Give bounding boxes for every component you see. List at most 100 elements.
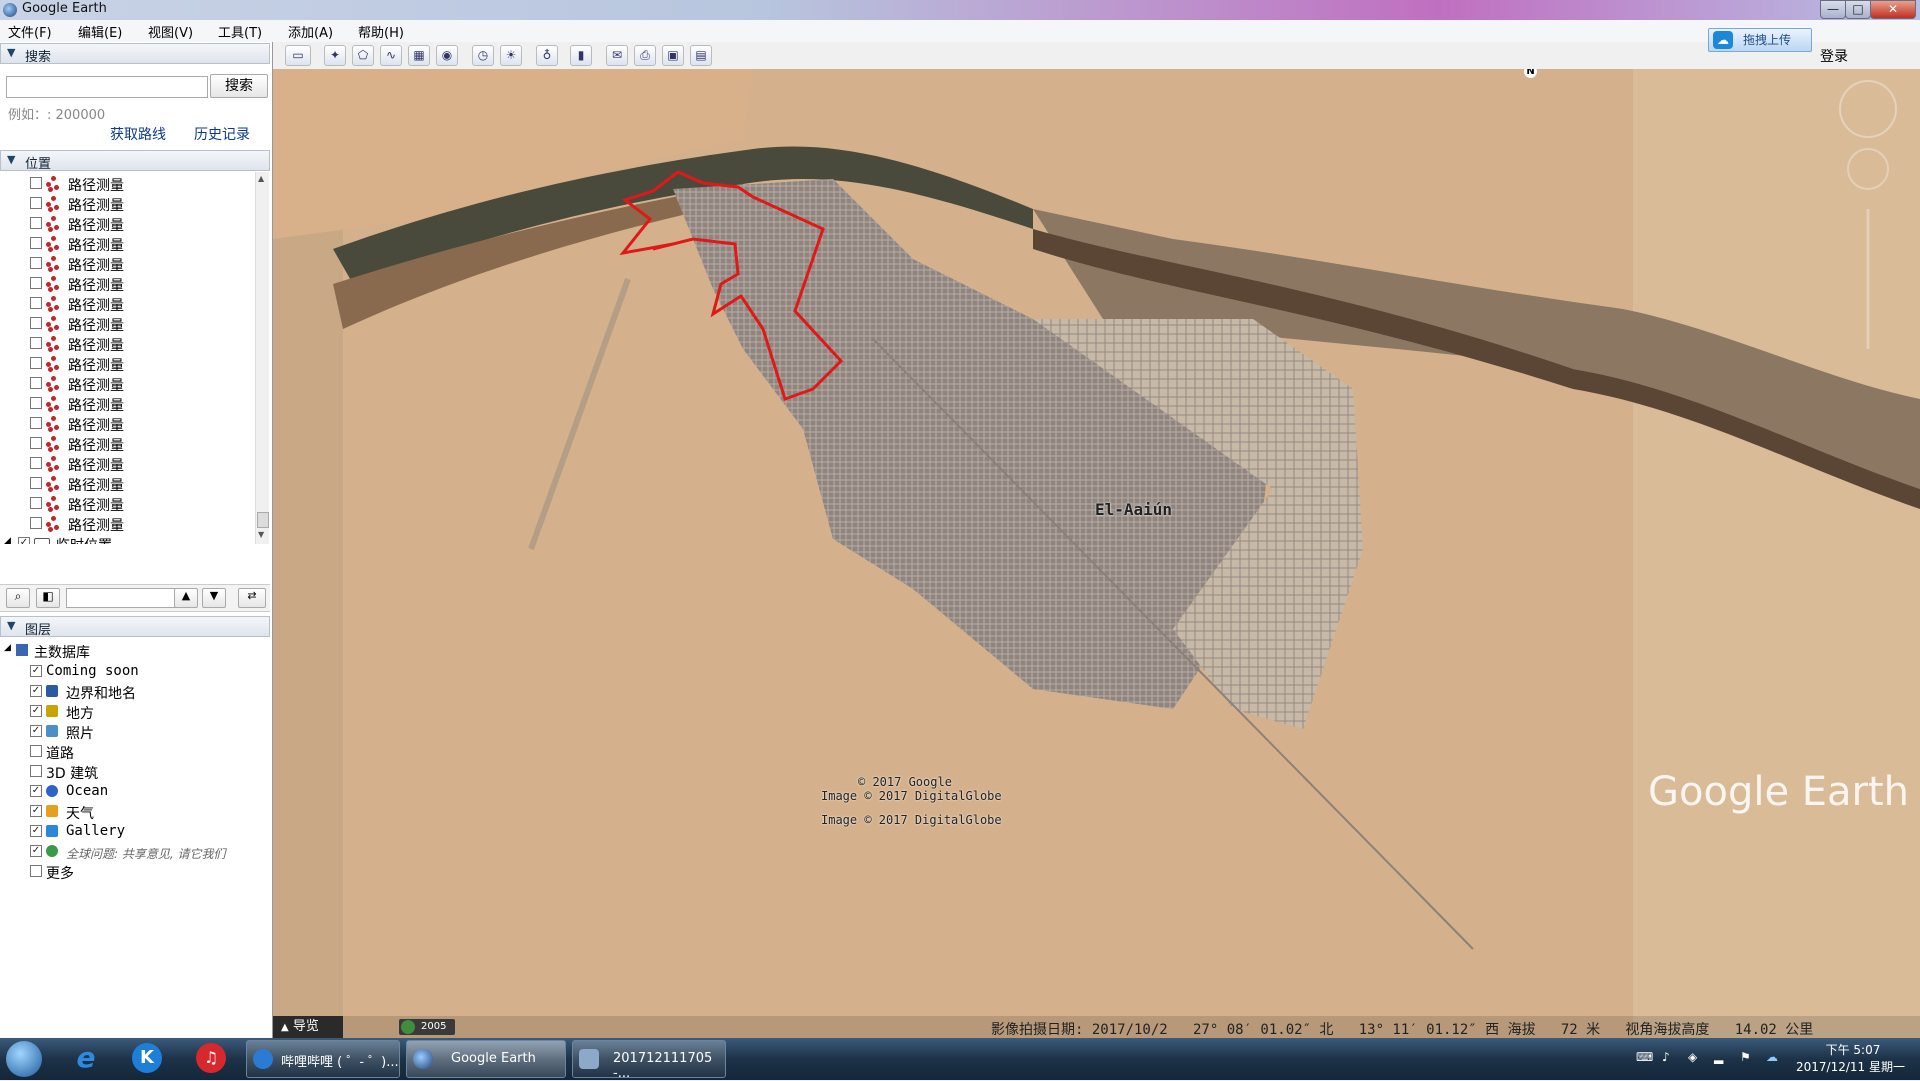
switch-planet-icon[interactable]: ♁ — [536, 45, 558, 66]
login-link[interactable]: 登录 — [1820, 46, 1848, 66]
layer-item[interactable]: ✓ Coming soon — [18, 662, 268, 682]
layer-item[interactable]: 更多 — [18, 862, 268, 882]
layer-item[interactable]: 3D 建筑 — [18, 762, 268, 782]
search-input[interactable] — [6, 76, 208, 98]
email-icon[interactable]: ✉ — [606, 45, 628, 66]
place-item[interactable]: 路径测量 — [28, 254, 250, 274]
get-directions-link[interactable]: 获取路线 — [110, 124, 166, 144]
tour-button[interactable]: ▲ 导览 — [273, 1016, 343, 1038]
place-checkbox[interactable] — [30, 217, 42, 229]
place-checkbox[interactable] — [30, 337, 42, 349]
layer-checkbox[interactable]: ✓ — [30, 705, 42, 717]
print-icon[interactable]: ⎙ — [634, 45, 656, 66]
map-view[interactable]: N El-Aaiún © 2017 Google Image © 2017 Di… — [273, 69, 1920, 1038]
sidebar-toggle-icon[interactable]: ▭ — [285, 45, 311, 66]
place-checkbox[interactable] — [30, 397, 42, 409]
historical-year-badge[interactable]: 2005 — [399, 1019, 455, 1035]
place-checkbox[interactable] — [30, 177, 42, 189]
place-item[interactable]: 路径测量 — [28, 214, 250, 234]
place-item[interactable]: 路径测量 — [28, 494, 250, 514]
layer-item[interactable]: ✓ Ocean — [18, 782, 268, 802]
places-scrollbar[interactable]: ▲ ▼ — [255, 172, 269, 544]
kugou-icon[interactable]: K — [132, 1043, 162, 1073]
place-item[interactable]: 路径测量 — [28, 414, 250, 434]
add-path-icon[interactable]: ∿ — [380, 45, 402, 66]
expand-triangle-icon[interactable]: ◢ — [4, 536, 11, 544]
scroll-up-icon[interactable]: ▲ — [258, 174, 264, 183]
place-checkbox[interactable] — [30, 277, 42, 289]
place-checkbox[interactable] — [30, 517, 42, 529]
layer-item[interactable]: 道路 — [18, 742, 268, 762]
add-placemark-icon[interactable]: ✦ — [324, 45, 346, 66]
place-item[interactable]: 路径测量 — [28, 234, 250, 254]
sunlight-icon[interactable]: ☀ — [500, 45, 522, 66]
scroll-thumb[interactable] — [257, 512, 269, 528]
add-polygon-icon[interactable]: ⬠ — [352, 45, 374, 66]
place-item[interactable]: 路径测量 — [28, 334, 250, 354]
view-in-maps-icon[interactable]: ▤ — [690, 45, 712, 66]
record-tour-icon[interactable]: ◉ — [436, 45, 458, 66]
move-down-icon[interactable]: ▼ — [202, 588, 226, 608]
temp-places-folder[interactable]: ◢ ✓ 临时位置 — [4, 534, 226, 544]
layer-item[interactable]: ✓ 照片 — [18, 722, 268, 742]
minimize-button[interactable]: — — [1820, 0, 1846, 19]
maximize-button[interactable]: □ — [1845, 0, 1871, 19]
places-filter-input[interactable] — [66, 588, 176, 608]
place-checkbox[interactable] — [30, 317, 42, 329]
menu-file[interactable]: 文件(F) — [8, 22, 52, 41]
place-checkbox[interactable] — [30, 417, 42, 429]
tray-keyboard-icon[interactable]: ⌨ — [1636, 1050, 1653, 1064]
history-link[interactable]: 历史记录 — [194, 124, 250, 144]
clock-date[interactable]: 2017/12/11 星期一 — [1796, 1058, 1905, 1075]
place-checkbox[interactable] — [30, 477, 42, 489]
save-image-icon[interactable]: ▣ — [662, 45, 684, 66]
play-tour-icon[interactable]: ⇄ — [238, 588, 266, 608]
layer-checkbox[interactable] — [30, 745, 42, 757]
layer-checkbox[interactable]: ✓ — [30, 785, 42, 797]
place-item[interactable]: 路径测量 — [28, 294, 250, 314]
search-places-icon[interactable]: ⌕ — [6, 588, 30, 608]
menu-edit[interactable]: 编辑(E) — [78, 22, 122, 41]
netease-music-icon[interactable]: ♫ — [196, 1043, 226, 1073]
clock-time[interactable]: 下午 5:07 — [1820, 1041, 1886, 1058]
place-item[interactable]: 路径测量 — [28, 434, 250, 454]
menu-add[interactable]: 添加(A) — [288, 22, 333, 41]
menu-view[interactable]: 视图(V) — [148, 22, 193, 41]
close-button[interactable]: ✕ — [1870, 0, 1916, 19]
tray-shield-icon[interactable]: ◈ — [1688, 1050, 1697, 1064]
place-item[interactable]: 路径测量 — [28, 514, 250, 534]
tray-flag-icon[interactable]: ⚑ — [1740, 1050, 1751, 1064]
menu-help[interactable]: 帮助(H) — [358, 22, 404, 41]
place-checkbox[interactable] — [30, 437, 42, 449]
place-item[interactable]: 路径测量 — [28, 354, 250, 374]
place-checkbox[interactable] — [30, 357, 42, 369]
ruler-icon[interactable]: ▮ — [570, 45, 592, 66]
add-overlay-icon[interactable]: ▦ — [408, 45, 430, 66]
menu-tools[interactable]: 工具(T) — [218, 22, 262, 41]
place-checkbox[interactable] — [30, 197, 42, 209]
place-item[interactable]: 路径测量 — [28, 274, 250, 294]
layers-section-header[interactable]: ▼ 图层 — [0, 616, 270, 638]
tray-volume-icon[interactable]: ♪ — [1662, 1050, 1670, 1064]
place-checkbox[interactable] — [30, 377, 42, 389]
place-item[interactable]: 路径测量 — [28, 394, 250, 414]
historical-imagery-icon[interactable]: ◷ — [472, 45, 494, 66]
start-button-icon[interactable] — [6, 1041, 42, 1077]
taskbar-item-screenshot[interactable]: 201712111705 -... — [572, 1040, 726, 1081]
layer-root[interactable]: ◢ 主数据库 — [4, 642, 254, 662]
layer-item[interactable]: ✓ 全球问题: 共享意见, 请它我们 — [18, 842, 268, 862]
layer-checkbox[interactable]: ✓ — [30, 845, 42, 857]
place-item[interactable]: 路径测量 — [28, 474, 250, 494]
layer-item[interactable]: ✓ 边界和地名 — [18, 682, 268, 702]
layer-checkbox[interactable] — [30, 865, 42, 877]
upload-button[interactable]: ☁ 拖拽上传 — [1708, 28, 1812, 52]
place-item[interactable]: 路径测量 — [28, 174, 250, 194]
tray-network-icon[interactable]: ▂ — [1714, 1050, 1723, 1064]
place-item[interactable]: 路径测量 — [28, 314, 250, 334]
temp-folder-checkbox[interactable]: ✓ — [18, 537, 30, 544]
expand-triangle-icon[interactable]: ◢ — [4, 643, 11, 653]
place-checkbox[interactable] — [30, 497, 42, 509]
place-checkbox[interactable] — [30, 257, 42, 269]
place-checkbox[interactable] — [30, 457, 42, 469]
layer-checkbox[interactable]: ✓ — [30, 805, 42, 817]
